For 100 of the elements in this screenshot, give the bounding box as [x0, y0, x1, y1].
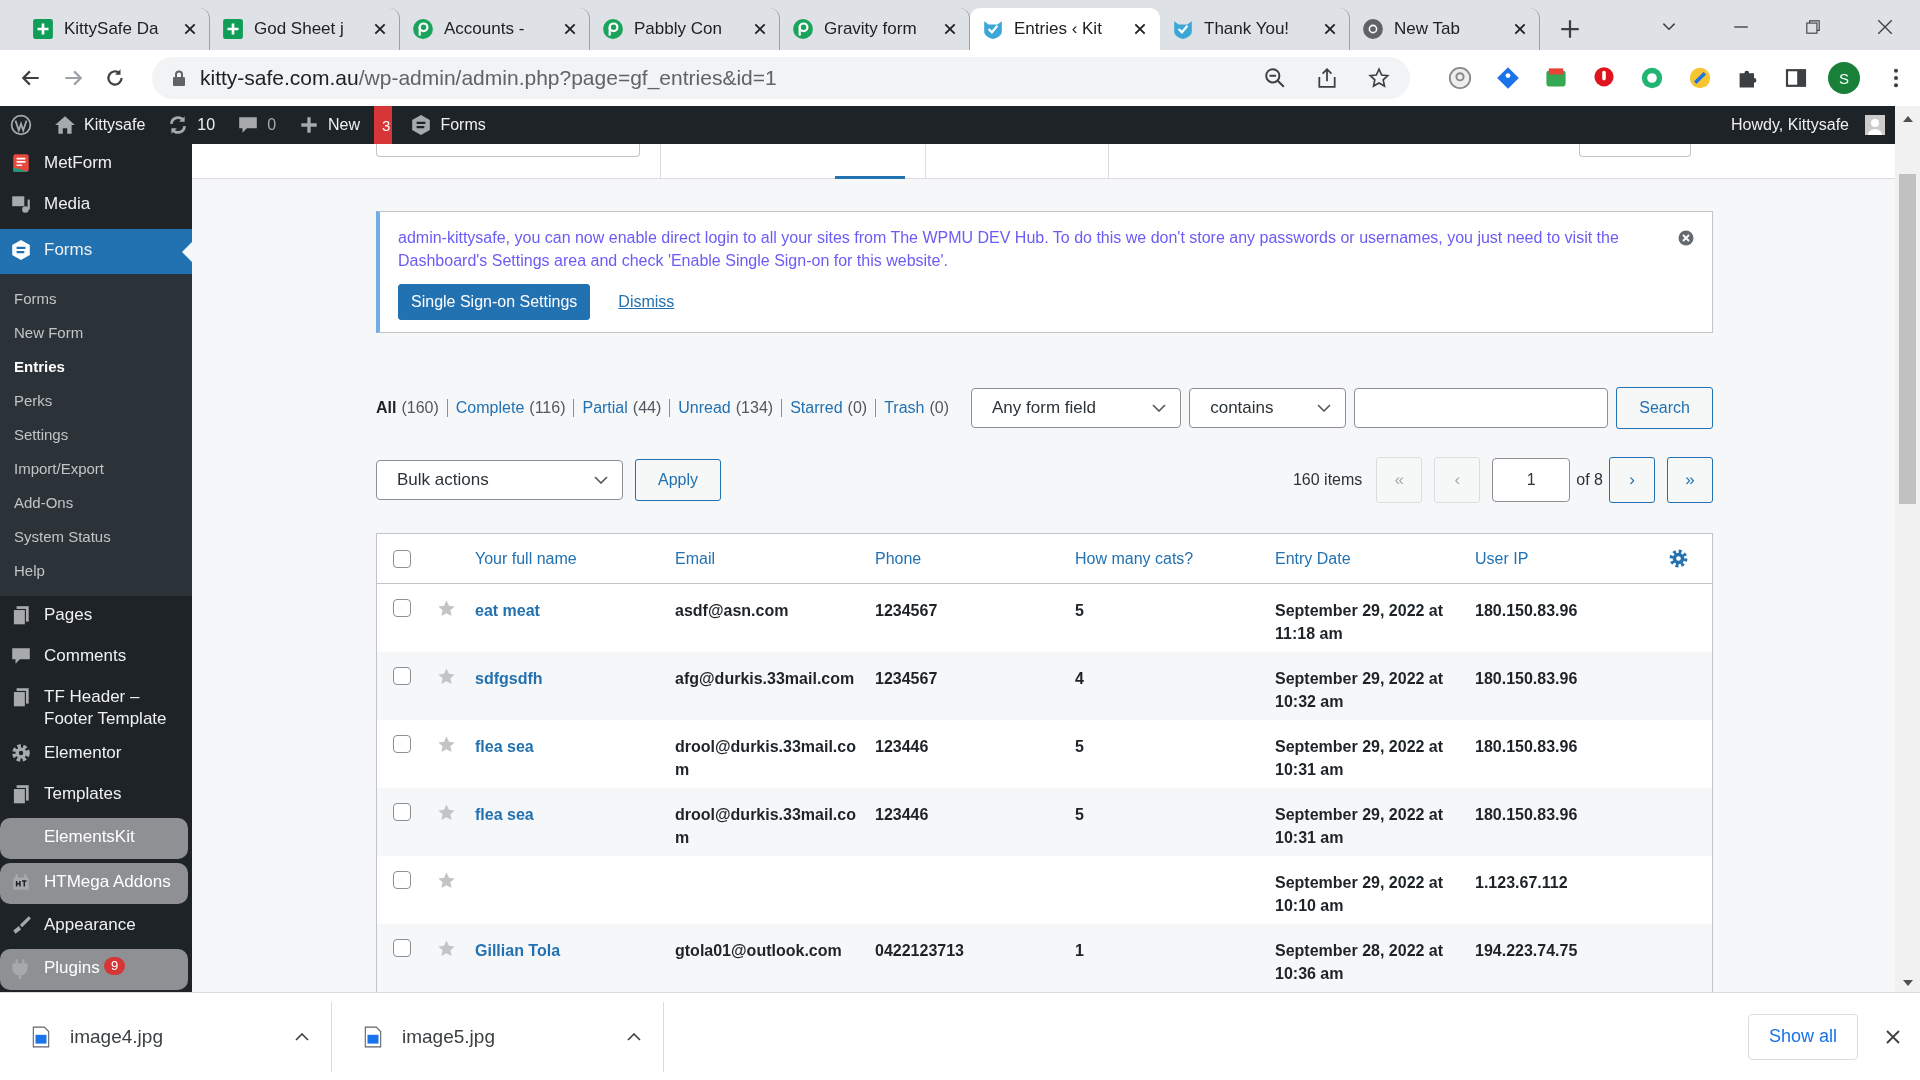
- pencil-circle-icon[interactable]: [1688, 66, 1712, 90]
- submenu-item[interactable]: Help: [0, 554, 192, 588]
- submenu-item[interactable]: System Status: [0, 520, 192, 554]
- zoom-out-icon[interactable]: [1264, 67, 1286, 89]
- menu-item[interactable]: Forms: [0, 229, 192, 274]
- scroll-down-icon[interactable]: [1902, 980, 1913, 986]
- search-button[interactable]: Search: [1616, 387, 1713, 429]
- scrollbar[interactable]: [1895, 106, 1920, 992]
- menu-item[interactable]: Plugins 9: [0, 949, 188, 990]
- star-icon[interactable]: [437, 599, 456, 618]
- row-checkbox[interactable]: [393, 803, 411, 821]
- chevron-up-icon[interactable]: [627, 1032, 641, 1041]
- column-header[interactable]: Email: [675, 549, 875, 568]
- column-header[interactable]: How many cats?: [1075, 549, 1275, 568]
- row-checkbox[interactable]: [393, 871, 411, 889]
- close-icon[interactable]: [183, 22, 197, 36]
- close-icon[interactable]: [1323, 22, 1337, 36]
- download-item[interactable]: image4.jpg: [0, 1001, 332, 1072]
- address-bar[interactable]: kitty-safe.com.au/wp-admin/admin.php?page=gf_entries&id=1: [152, 57, 1410, 99]
- menu-item[interactable]: Pages: [0, 596, 192, 637]
- close-icon[interactable]: [1133, 22, 1147, 36]
- row-checkbox[interactable]: [393, 599, 411, 617]
- site-link[interactable]: Kittysafe: [54, 114, 146, 136]
- browser-tab[interactable]: Entries ‹ Kit: [970, 8, 1160, 50]
- close-icon[interactable]: [1513, 22, 1527, 36]
- star-icon[interactable]: [437, 803, 456, 822]
- new-link[interactable]: New: [298, 114, 361, 136]
- entry-name-link[interactable]: sdfgsdfh: [475, 667, 555, 690]
- row-checkbox[interactable]: [393, 735, 411, 753]
- row-checkbox[interactable]: [393, 939, 411, 957]
- menu-item[interactable]: TF Header – Footer Template: [0, 678, 192, 734]
- side-panel-icon[interactable]: [1784, 66, 1808, 90]
- submenu-item[interactable]: Entries: [0, 350, 192, 384]
- input-field[interactable]: [376, 144, 640, 157]
- column-header[interactable]: Entry Date: [1275, 549, 1475, 568]
- star-icon[interactable]: [437, 735, 456, 754]
- menu-item[interactable]: Elementor: [0, 734, 192, 775]
- submenu-item[interactable]: Add-Ons: [0, 486, 192, 520]
- entry-name-link[interactable]: Gillian Tola: [475, 939, 573, 962]
- circle-icon[interactable]: [1448, 66, 1472, 90]
- comments-link[interactable]: 0: [237, 114, 277, 136]
- plus-icon[interactable]: [1560, 19, 1580, 39]
- filter-link[interactable]: Unread: [678, 399, 731, 417]
- close-icon[interactable]: [1876, 18, 1894, 36]
- filter-link[interactable]: Complete: [455, 399, 525, 417]
- diamond-icon[interactable]: [1496, 66, 1520, 90]
- submenu-item[interactable]: New Form: [0, 316, 192, 350]
- share-icon[interactable]: [1316, 67, 1338, 89]
- menu-item[interactable]: Templates: [0, 775, 192, 816]
- menu-item[interactable]: MetForm: [0, 144, 192, 185]
- close-icon[interactable]: [1886, 1029, 1900, 1044]
- bulk-actions-dropdown[interactable]: Bulk actions: [376, 460, 623, 500]
- field-dropdown[interactable]: Any form field: [971, 388, 1182, 428]
- close-icon[interactable]: [943, 22, 957, 36]
- profile-avatar[interactable]: S: [1828, 62, 1860, 94]
- close-icon[interactable]: [563, 22, 577, 36]
- filter-link[interactable]: Trash: [884, 399, 925, 417]
- menu-item[interactable]: Media: [0, 185, 192, 226]
- star-icon[interactable]: [1368, 67, 1390, 89]
- reload-icon[interactable]: [104, 67, 126, 89]
- menu-item[interactable]: Comments: [0, 637, 192, 678]
- search-field[interactable]: [1354, 388, 1609, 428]
- filter-link[interactable]: Partial: [582, 399, 628, 417]
- updates-link[interactable]: 10: [167, 114, 216, 136]
- show-all-button[interactable]: Show all: [1747, 1013, 1858, 1060]
- column-header[interactable]: Phone: [875, 549, 1075, 568]
- apply-button[interactable]: Apply: [635, 459, 722, 501]
- restore-icon[interactable]: [1804, 18, 1822, 36]
- star-icon[interactable]: [437, 871, 456, 890]
- close-icon[interactable]: [373, 22, 387, 36]
- entry-name-link[interactable]: eat meat: [475, 599, 552, 622]
- settings-button[interactable]: Single Sign-on Settings: [398, 284, 591, 320]
- circle-icon[interactable]: [1640, 66, 1664, 90]
- last-page-button[interactable]: »: [1667, 457, 1713, 503]
- star-icon[interactable]: [437, 667, 456, 686]
- scrollbar-thumb[interactable]: [1899, 174, 1916, 504]
- column-header[interactable]: Your full name: [475, 549, 675, 568]
- menu-item[interactable]: Appearance: [0, 906, 192, 947]
- scroll-up-icon[interactable]: [1902, 116, 1913, 122]
- submenu-item[interactable]: Perks: [0, 384, 192, 418]
- page-field[interactable]: 1: [1492, 458, 1571, 502]
- entry-name-link[interactable]: flea sea: [475, 803, 546, 826]
- column-header[interactable]: User IP: [1475, 549, 1668, 568]
- entry-name-link[interactable]: flea sea: [475, 735, 546, 758]
- operator-dropdown[interactable]: contains: [1189, 388, 1347, 428]
- notification-badge[interactable]: 3: [374, 106, 393, 144]
- submenu-item[interactable]: Import/Export: [0, 452, 192, 486]
- next-page-button[interactable]: ›: [1609, 457, 1655, 503]
- submenu-item[interactable]: Forms: [0, 282, 192, 316]
- submenu-item[interactable]: Settings: [0, 418, 192, 452]
- filter-link[interactable]: Starred: [790, 399, 843, 417]
- star-icon[interactable]: [437, 939, 456, 958]
- dismiss-link[interactable]: Dismiss: [618, 293, 675, 311]
- settings-icon[interactable]: [1668, 548, 1689, 569]
- select-all-checkbox[interactable]: [393, 549, 411, 568]
- row-checkbox[interactable]: [393, 667, 411, 685]
- filter-link[interactable]: All: [376, 399, 397, 417]
- download-item[interactable]: image5.jpg: [332, 1001, 664, 1072]
- wordpress-logo-icon[interactable]: [10, 114, 32, 136]
- forms-link[interactable]: Forms: [410, 114, 486, 136]
